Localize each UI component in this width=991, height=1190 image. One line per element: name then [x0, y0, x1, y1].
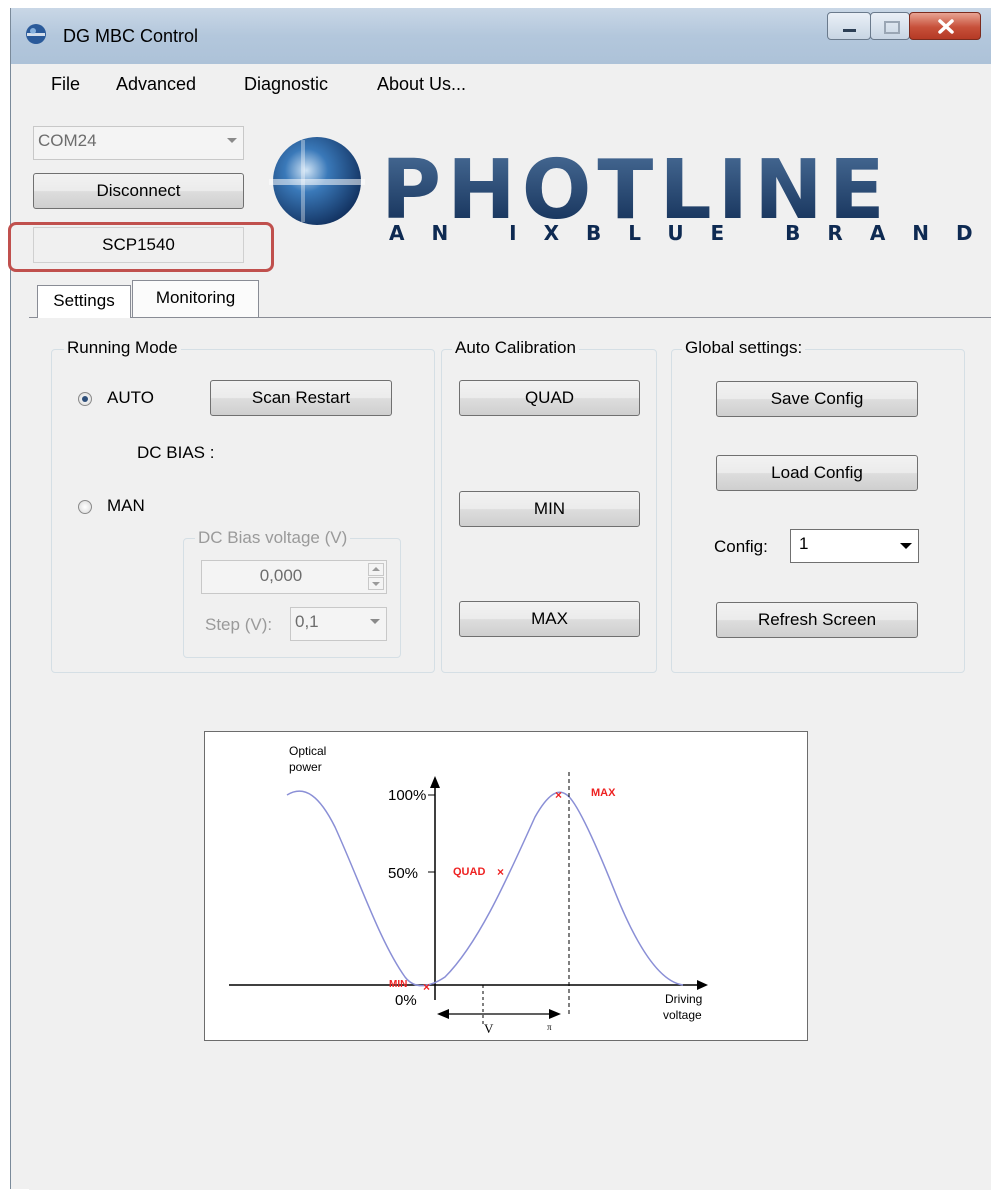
window-title: DG MBC Control [63, 26, 199, 46]
auto-label: AUTO [107, 388, 154, 407]
dc-bias-voltage-value: 0,000 [259, 566, 303, 585]
transfer-function-diagram: × × × Optical power 100% 50% 0% MAX QUAD… [204, 731, 808, 1041]
spin-down-icon[interactable] [368, 577, 384, 590]
tick-label-100: 100% [388, 787, 426, 804]
dc-bias-label: DC BIAS : [137, 443, 215, 462]
y-title-line2: power [289, 760, 322, 774]
auto-calibration-title: Auto Calibration [452, 338, 579, 358]
step-select[interactable]: 0,1 [290, 607, 387, 641]
save-config-button[interactable]: Save Config [716, 381, 918, 417]
app-icon [26, 24, 46, 44]
transfer-curve [286, 790, 684, 987]
minimize-button[interactable] [827, 12, 871, 40]
close-button[interactable] [909, 12, 981, 40]
menu-diagnostic[interactable]: Diagnostic [244, 74, 328, 95]
tick-label-50: 50% [388, 865, 418, 882]
max-point-label: MAX [591, 787, 616, 799]
x-title-line2: voltage [663, 1008, 702, 1022]
refresh-screen-button[interactable]: Refresh Screen [716, 602, 918, 638]
menu-advanced[interactable]: Advanced [116, 74, 196, 95]
man-label: MAN [107, 496, 145, 515]
menu-file[interactable]: File [51, 74, 80, 95]
title-bar[interactable]: DG MBC Control [11, 8, 991, 64]
y-title-line1: Optical [289, 744, 326, 758]
com-port-select[interactable]: COM24 [33, 126, 244, 160]
maximize-button[interactable] [870, 12, 910, 40]
auto-radio[interactable] [78, 392, 92, 406]
tick-label-0: 0% [395, 992, 417, 1009]
tab-settings[interactable]: Settings [37, 285, 131, 318]
max-button[interactable]: MAX [459, 601, 640, 637]
quad-marker: × [497, 865, 504, 879]
load-config-button[interactable]: Load Config [716, 455, 918, 491]
dc-bias-voltage-input[interactable]: 0,000 [201, 560, 387, 594]
v-label: V [484, 1021, 494, 1036]
pi-label: π [547, 1022, 552, 1032]
config-value: 1 [799, 534, 809, 553]
min-button[interactable]: MIN [459, 491, 640, 527]
x-title-line1: Driving [665, 992, 702, 1006]
v-right-arrow [549, 1009, 561, 1019]
config-select[interactable]: 1 [790, 529, 919, 563]
device-highlight-box [8, 222, 274, 272]
step-label: Step (V): [205, 615, 273, 634]
menu-bar: File Advanced Diagnostic About Us... [11, 64, 991, 108]
v-left-arrow [437, 1009, 449, 1019]
step-value: 0,1 [295, 612, 319, 631]
man-radio[interactable] [78, 500, 92, 514]
scan-restart-button[interactable]: Scan Restart [210, 380, 392, 416]
quad-point-label: QUAD [453, 866, 485, 878]
config-label: Config: [714, 537, 768, 556]
y-axis-arrow [430, 776, 440, 788]
logo-tagline: AN IXBLUE BRAND [389, 221, 989, 245]
global-settings-title: Global settings: [682, 338, 806, 358]
photline-logo: PHOTLINE AN IXBLUE BRAND [269, 137, 989, 245]
menu-about-us[interactable]: About Us... [377, 74, 466, 95]
running-mode-title: Running Mode [64, 338, 181, 358]
minimize-icon [843, 29, 856, 32]
maximize-icon [884, 21, 900, 34]
dc-bias-voltage-title: DC Bias voltage (V) [195, 528, 351, 548]
close-icon [938, 19, 954, 34]
transfer-function-svg: × × × Optical power 100% 50% 0% MAX QUAD… [229, 744, 708, 1036]
tab-monitoring[interactable]: Monitoring [132, 280, 259, 317]
chevron-down-icon [900, 543, 912, 549]
spin-up-icon[interactable] [368, 563, 384, 576]
disconnect-button[interactable]: Disconnect [33, 173, 244, 209]
min-marker: × [423, 980, 430, 994]
quad-button[interactable]: QUAD [459, 380, 640, 416]
x-axis-arrow [697, 980, 708, 990]
chevron-down-icon [370, 619, 380, 624]
max-marker: × [555, 788, 562, 802]
min-point-label: MIN [389, 979, 407, 990]
chevron-down-icon [227, 138, 237, 143]
com-port-value: COM24 [38, 131, 97, 150]
